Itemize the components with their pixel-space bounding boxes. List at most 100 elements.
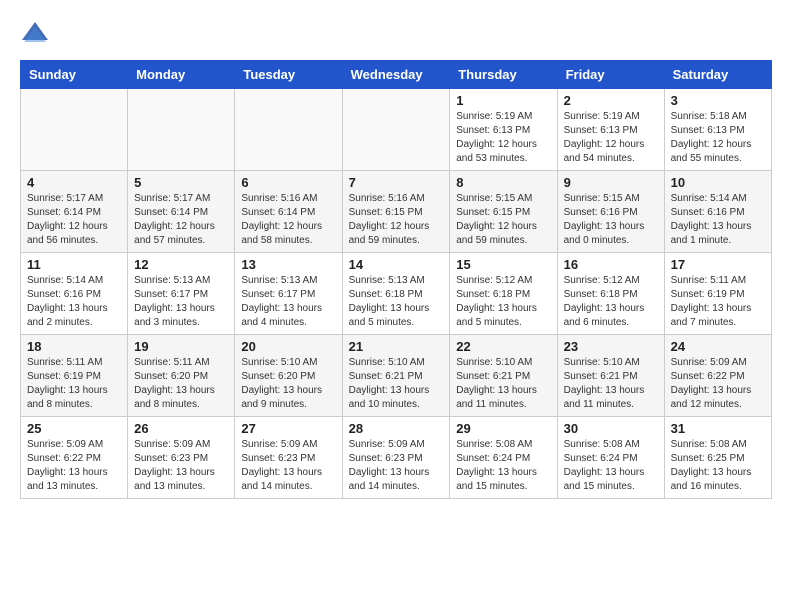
- calendar-cell: 31Sunrise: 5:08 AM Sunset: 6:25 PM Dayli…: [664, 417, 771, 499]
- day-info: Sunrise: 5:19 AM Sunset: 6:13 PM Dayligh…: [456, 110, 550, 166]
- calendar-cell: 30 Sunrise: 5:08 AM Sunset: 6:24 PM Dayli…: [557, 417, 664, 499]
- logo-icon: [20, 20, 50, 50]
- day-info: Sunrise: 5:16 AM Sunset: 6:14 PM Dayligh…: [241, 192, 335, 248]
- day-number: 11: [27, 257, 121, 272]
- calendar-cell: 19 Sunrise: 5:11 AM Sunset: 6:20 PM Dayli…: [128, 335, 235, 417]
- day-info: Sunrise: 5:14 AM Sunset: 6:16 PM Dayligh…: [671, 192, 765, 248]
- page-header: [20, 20, 772, 50]
- day-info: Sunrise: 5:09 AM Sunset: 6:22 PM Dayligh…: [27, 438, 121, 494]
- calendar-cell: 26 Sunrise: 5:09 AM Sunset: 6:23 PM Dayli…: [128, 417, 235, 499]
- calendar-cell: 2 Sunrise: 5:19 AM Sunset: 6:13 PM Daylig…: [557, 89, 664, 171]
- calendar-cell: [235, 89, 342, 171]
- calendar-cell: 9Sunrise: 5:15 AM Sunset: 6:16 PM Daylig…: [557, 171, 664, 253]
- day-info: Sunrise: 5:11 AM Sunset: 6:20 PM Dayligh…: [134, 356, 228, 412]
- day-info: Sunrise: 5:10 AM Sunset: 6:21 PM Dayligh…: [564, 356, 658, 412]
- day-info: Sunrise: 5:17 AM Sunset: 6:14 PM Dayligh…: [27, 192, 121, 248]
- day-number: 13: [241, 257, 335, 272]
- day-number: 16: [564, 257, 658, 272]
- day-number: 3: [671, 93, 765, 108]
- calendar-cell: 25 Sunrise: 5:09 AM Sunset: 6:22 PM Dayli…: [21, 417, 128, 499]
- calendar-cell: 20 Sunrise: 5:10 AM Sunset: 6:20 PM Dayli…: [235, 335, 342, 417]
- day-number: 19: [134, 339, 228, 354]
- day-number: 17: [671, 257, 765, 272]
- weekday-header: Friday: [557, 61, 664, 89]
- logo: [20, 20, 54, 50]
- calendar-cell: 29Sunrise: 5:08 AM Sunset: 6:24 PM Dayli…: [450, 417, 557, 499]
- day-info: Sunrise: 5:11 AM Sunset: 6:19 PM Dayligh…: [671, 274, 765, 330]
- calendar-cell: 3 Sunrise: 5:18 AM Sunset: 6:13 PM Daylig…: [664, 89, 771, 171]
- day-info: Sunrise: 5:08 AM Sunset: 6:24 PM Dayligh…: [564, 438, 658, 494]
- day-number: 15: [456, 257, 550, 272]
- day-number: 30: [564, 421, 658, 436]
- calendar-cell: 4Sunrise: 5:17 AM Sunset: 6:14 PM Daylig…: [21, 171, 128, 253]
- calendar-cell: 28 Sunrise: 5:09 AM Sunset: 6:23 PM Dayli…: [342, 417, 450, 499]
- day-info: Sunrise: 5:13 AM Sunset: 6:18 PM Dayligh…: [349, 274, 444, 330]
- calendar-cell: 15 Sunrise: 5:12 AM Sunset: 6:18 PM Dayli…: [450, 253, 557, 335]
- calendar-cell: 11 Sunrise: 5:14 AM Sunset: 6:16 PM Dayli…: [21, 253, 128, 335]
- day-number: 1: [456, 93, 550, 108]
- day-number: 22: [456, 339, 550, 354]
- day-number: 6: [241, 175, 335, 190]
- day-number: 18: [27, 339, 121, 354]
- day-info: Sunrise: 5:12 AM Sunset: 6:18 PM Dayligh…: [456, 274, 550, 330]
- day-info: Sunrise: 5:15 AM Sunset: 6:15 PM Dayligh…: [456, 192, 550, 248]
- day-info: Sunrise: 5:09 AM Sunset: 6:23 PM Dayligh…: [134, 438, 228, 494]
- calendar-cell: [128, 89, 235, 171]
- day-number: 12: [134, 257, 228, 272]
- calendar-cell: 27Sunrise: 5:09 AM Sunset: 6:23 PM Dayli…: [235, 417, 342, 499]
- weekday-header: Monday: [128, 61, 235, 89]
- weekday-header: Wednesday: [342, 61, 450, 89]
- day-info: Sunrise: 5:12 AM Sunset: 6:18 PM Dayligh…: [564, 274, 658, 330]
- day-info: Sunrise: 5:13 AM Sunset: 6:17 PM Dayligh…: [134, 274, 228, 330]
- day-number: 28: [349, 421, 444, 436]
- day-info: Sunrise: 5:09 AM Sunset: 6:22 PM Dayligh…: [671, 356, 765, 412]
- day-info: Sunrise: 5:09 AM Sunset: 6:23 PM Dayligh…: [241, 438, 335, 494]
- day-info: Sunrise: 5:16 AM Sunset: 6:15 PM Dayligh…: [349, 192, 444, 248]
- day-number: 2: [564, 93, 658, 108]
- day-number: 7: [349, 175, 444, 190]
- day-info: Sunrise: 5:17 AM Sunset: 6:14 PM Dayligh…: [134, 192, 228, 248]
- calendar-cell: 6 Sunrise: 5:16 AM Sunset: 6:14 PM Daylig…: [235, 171, 342, 253]
- day-info: Sunrise: 5:10 AM Sunset: 6:20 PM Dayligh…: [241, 356, 335, 412]
- day-info: Sunrise: 5:09 AM Sunset: 6:23 PM Dayligh…: [349, 438, 444, 494]
- day-number: 21: [349, 339, 444, 354]
- day-number: 10: [671, 175, 765, 190]
- calendar-cell: 14 Sunrise: 5:13 AM Sunset: 6:18 PM Dayli…: [342, 253, 450, 335]
- day-number: 24: [671, 339, 765, 354]
- day-info: Sunrise: 5:08 AM Sunset: 6:24 PM Dayligh…: [456, 438, 550, 494]
- calendar-cell: 5 Sunrise: 5:17 AM Sunset: 6:14 PM Daylig…: [128, 171, 235, 253]
- day-number: 9: [564, 175, 658, 190]
- day-info: Sunrise: 5:10 AM Sunset: 6:21 PM Dayligh…: [349, 356, 444, 412]
- day-number: 23: [564, 339, 658, 354]
- calendar-cell: 12 Sunrise: 5:13 AM Sunset: 6:17 PM Dayli…: [128, 253, 235, 335]
- day-number: 25: [27, 421, 121, 436]
- day-info: Sunrise: 5:13 AM Sunset: 6:17 PM Dayligh…: [241, 274, 335, 330]
- calendar-cell: 21 Sunrise: 5:10 AM Sunset: 6:21 PM Dayli…: [342, 335, 450, 417]
- day-number: 14: [349, 257, 444, 272]
- calendar-cell: 17 Sunrise: 5:11 AM Sunset: 6:19 PM Dayli…: [664, 253, 771, 335]
- calendar-table: SundayMondayTuesdayWednesdayThursdayFrid…: [20, 60, 772, 499]
- day-number: 26: [134, 421, 228, 436]
- day-number: 8: [456, 175, 550, 190]
- calendar-cell: 16 Sunrise: 5:12 AM Sunset: 6:18 PM Dayli…: [557, 253, 664, 335]
- day-number: 5: [134, 175, 228, 190]
- day-info: Sunrise: 5:10 AM Sunset: 6:21 PM Dayligh…: [456, 356, 550, 412]
- day-info: Sunrise: 5:08 AM Sunset: 6:25 PM Dayligh…: [671, 438, 765, 494]
- calendar-cell: 1 Sunrise: 5:19 AM Sunset: 6:13 PM Daylig…: [450, 89, 557, 171]
- calendar-cell: 24 Sunrise: 5:09 AM Sunset: 6:22 PM Dayli…: [664, 335, 771, 417]
- calendar-cell: 22 Sunrise: 5:10 AM Sunset: 6:21 PM Dayli…: [450, 335, 557, 417]
- calendar-cell: 8 Sunrise: 5:15 AM Sunset: 6:15 PM Daylig…: [450, 171, 557, 253]
- day-number: 20: [241, 339, 335, 354]
- day-info: Sunrise: 5:19 AM Sunset: 6:13 PM Dayligh…: [564, 110, 658, 166]
- calendar-cell: 10 Sunrise: 5:14 AM Sunset: 6:16 PM Dayli…: [664, 171, 771, 253]
- day-info: Sunrise: 5:11 AM Sunset: 6:19 PM Dayligh…: [27, 356, 121, 412]
- calendar-cell: [342, 89, 450, 171]
- day-info: Sunrise: 5:18 AM Sunset: 6:13 PM Dayligh…: [671, 110, 765, 166]
- day-info: Sunrise: 5:14 AM Sunset: 6:16 PM Dayligh…: [27, 274, 121, 330]
- calendar-cell: 18 Sunrise: 5:11 AM Sunset: 6:19 PM Dayli…: [21, 335, 128, 417]
- weekday-header: Tuesday: [235, 61, 342, 89]
- calendar-cell: 13 Sunrise: 5:13 AM Sunset: 6:17 PM Dayli…: [235, 253, 342, 335]
- weekday-header: Thursday: [450, 61, 557, 89]
- calendar-cell: 23 Sunrise: 5:10 AM Sunset: 6:21 PM Dayli…: [557, 335, 664, 417]
- weekday-header: Saturday: [664, 61, 771, 89]
